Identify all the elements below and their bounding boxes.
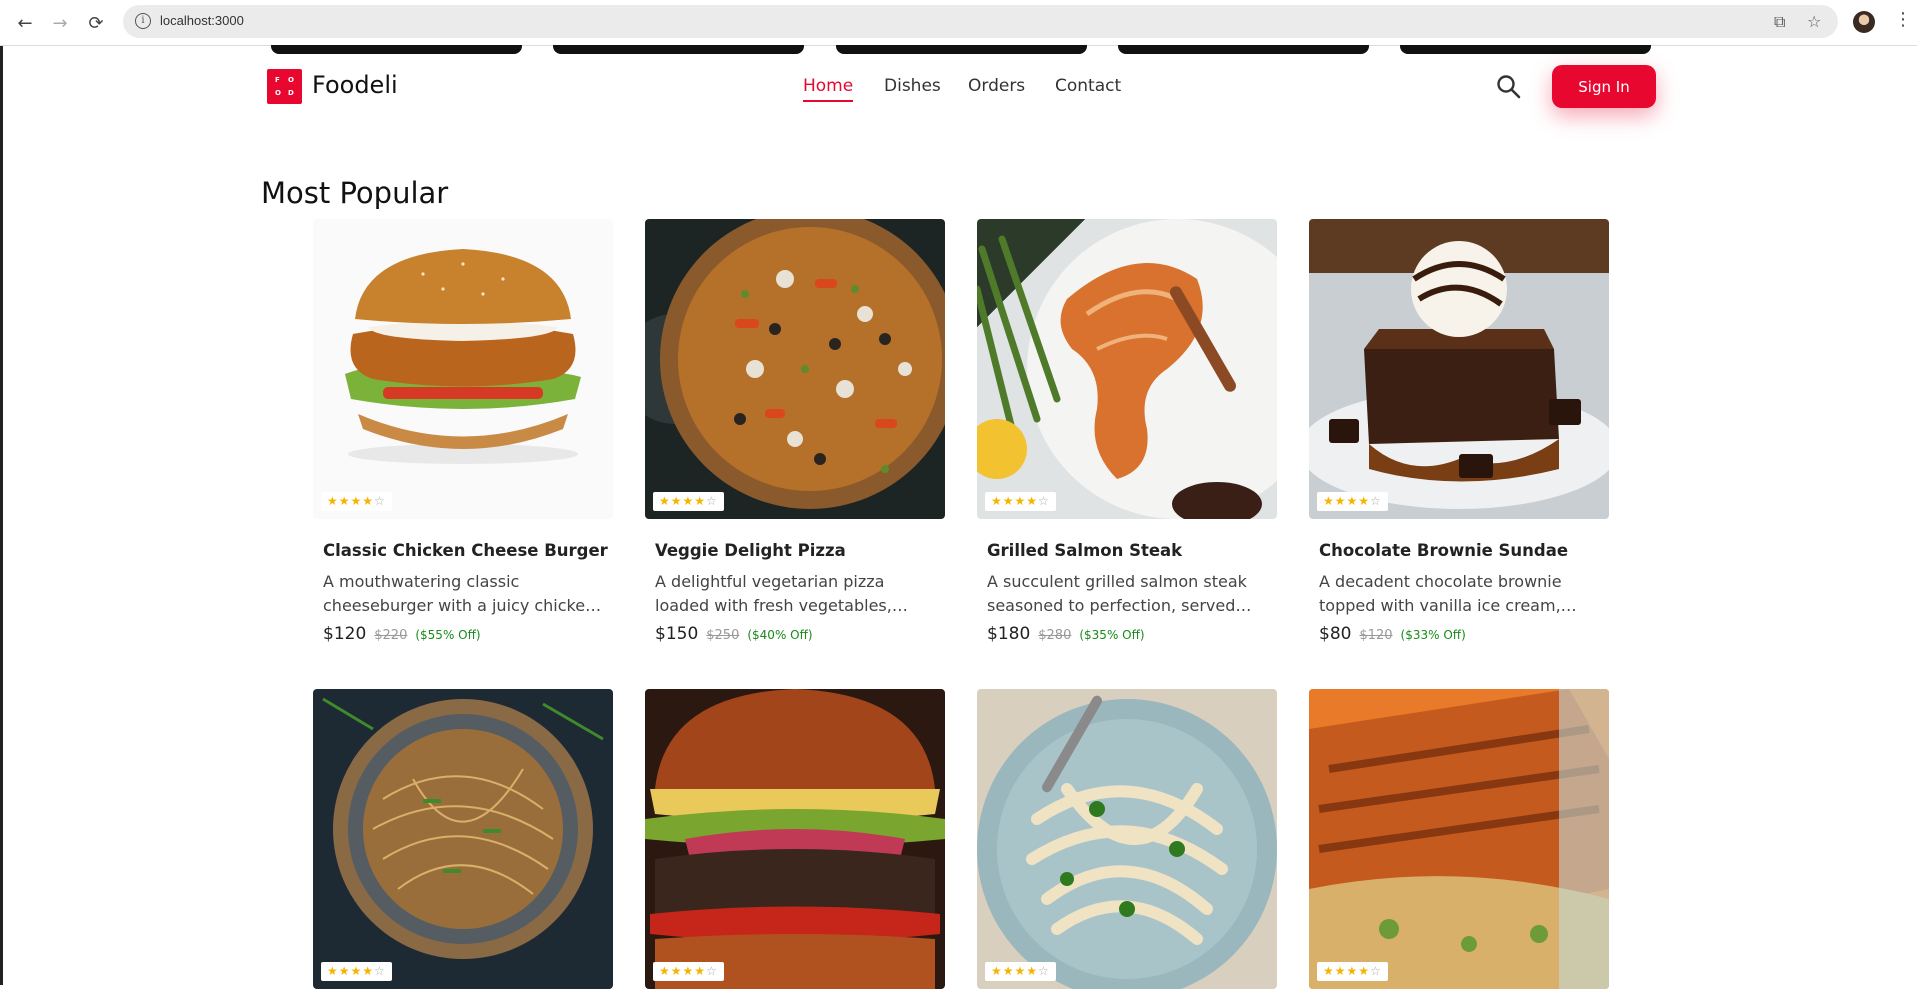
logo-icon[interactable]: F O O D [267,69,302,104]
section-title: Most Popular [261,176,449,211]
dish-card[interactable]: ★★★★☆ [1309,689,1609,989]
dish-discount: ($55% Off) [415,628,481,642]
rating-stars: ★★★★☆ [653,492,724,511]
dish-image[interactable]: ★★★★☆ [1309,689,1609,989]
top-decor-tab [271,45,522,54]
dish-old-price: $250 [706,628,740,643]
rating-stars: ★★★★☆ [1317,492,1388,511]
dish-description: A delightful vegetarian pizza loaded wit… [655,572,892,615]
dish-image[interactable]: ★★★★☆ [977,689,1277,989]
profile-avatar[interactable] [1853,11,1875,33]
dish-old-price: $120 [1359,628,1393,643]
browser-menu-icon[interactable]: ⋮ [1894,9,1912,30]
dish-price: $150 [655,624,699,644]
rating-stars: ★★★★☆ [321,492,392,511]
dish-card[interactable]: ★★★★☆ [977,689,1277,989]
bookmark-star-icon[interactable]: ☆ [1807,12,1821,31]
rating-stars: ★★★★☆ [321,962,392,981]
rating-stars: ★★★★☆ [653,962,724,981]
dish-card[interactable]: ★★★★☆ Classic Chicken Cheese Burger A mo… [313,219,613,644]
logo-letter: O [288,76,294,84]
dish-image[interactable]: ★★★★☆ [977,219,1277,519]
logo-letter: F [275,76,280,84]
dish-card[interactable]: ★★★★☆ [313,689,613,989]
top-decor-tab [1400,45,1651,54]
url-text[interactable]: localhost:3000 [160,13,244,28]
dish-description: A succulent grilled salmon steak seasone… [987,572,1247,615]
brand-name[interactable]: Foodeli [312,71,398,99]
dish-old-price: $280 [1038,628,1072,643]
search-icon[interactable] [1496,74,1522,100]
rating-stars: ★★★★☆ [985,962,1056,981]
nav-home[interactable]: Home [803,76,854,102]
sign-in-button[interactable]: Sign In [1552,65,1656,108]
dish-title[interactable]: Classic Chicken Cheese Burger [323,541,613,560]
dish-description: A decadent chocolate brownie topped with… [1319,572,1562,615]
price-row: $80 $120 ($33% Off) [1319,624,1609,644]
dish-card[interactable]: ★★★★☆ Veggie Delight Pizza A delightful … [645,219,945,644]
dish-card[interactable]: ★★★★☆ Grilled Salmon Steak A succulent g… [977,219,1277,644]
nav-orders[interactable]: Orders [968,76,1025,96]
window-edge [0,0,3,985]
price-row: $180 $280 ($35% Off) [987,624,1277,644]
dish-old-price: $220 [374,628,408,643]
dish-description: A mouthwatering classic cheeseburger wit… [323,572,596,615]
install-app-icon[interactable]: ⧉ [1774,12,1785,32]
dish-image[interactable]: ★★★★☆ [1309,219,1609,519]
address-bar[interactable]: i localhost:3000 ⧉ ☆ [123,5,1838,38]
dish-image[interactable]: ★★★★☆ [313,689,613,989]
dish-image[interactable]: ★★★★☆ [313,219,613,519]
logo-letter: O [275,89,281,97]
price-row: $150 $250 ($40% Off) [655,624,945,644]
browser-toolbar: ← → ⟳ i localhost:3000 ⧉ ☆ ⋮ [0,0,1917,46]
reload-icon[interactable]: ⟳ [83,10,109,36]
dish-price: $120 [323,624,367,644]
dish-price: $80 [1319,624,1352,644]
dish-discount: ($35% Off) [1079,628,1145,642]
top-decor-tab [1118,45,1369,54]
back-arrow-icon[interactable]: ← [12,10,38,36]
forward-arrow-icon[interactable]: → [47,10,73,36]
dish-title[interactable]: Veggie Delight Pizza [655,541,945,560]
dish-discount: ($33% Off) [1400,628,1466,642]
dish-discount: ($40% Off) [747,628,813,642]
dish-card[interactable]: ★★★★☆ [645,689,945,989]
dish-image[interactable]: ★★★★☆ [645,219,945,519]
site-info-icon[interactable]: i [135,13,151,29]
rating-stars: ★★★★☆ [1317,962,1388,981]
logo-letter: D [288,89,294,97]
price-row: $120 $220 ($55% Off) [323,624,613,644]
rating-stars: ★★★★☆ [985,492,1056,511]
dish-card[interactable]: ★★★★☆ Chocolate Brownie Sundae A decaden… [1309,219,1609,644]
dish-price: $180 [987,624,1031,644]
nav-dishes[interactable]: Dishes [884,76,941,96]
dish-title[interactable]: Grilled Salmon Steak [987,541,1277,560]
top-decor-tab [553,45,804,54]
dish-image[interactable]: ★★★★☆ [645,689,945,989]
nav-contact[interactable]: Contact [1055,76,1121,96]
dish-title[interactable]: Chocolate Brownie Sundae [1319,541,1609,560]
top-decor-tab [836,45,1087,54]
